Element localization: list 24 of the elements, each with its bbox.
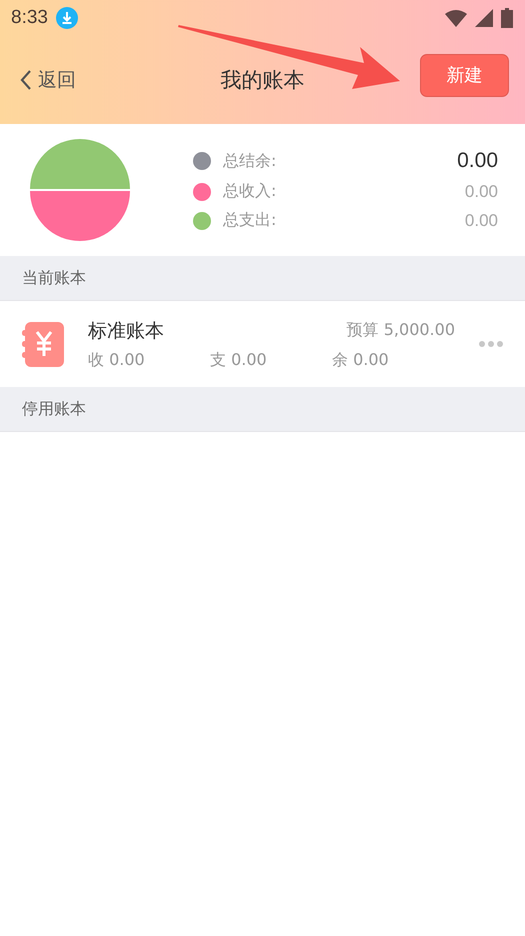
wifi-icon [445,10,467,26]
ledger-icon [22,322,64,366]
legend-value: 0.00 [464,210,498,230]
book-expense: 支 0.00 [210,350,268,370]
legend-label: 总结余: [223,150,276,172]
status-time: 8:33 [11,7,48,29]
legend-label: 总支出: [223,210,276,231]
battery-icon [501,8,513,28]
book-income: 收 0.00 [88,350,146,370]
back-button[interactable]: 返回 [20,67,76,93]
section-header: 停用账本 [0,387,525,432]
book-budget: 预算 5,000.00 [346,320,455,341]
legend-label: 总收入: [223,181,276,202]
legend-value: 0.00 [464,182,498,202]
chevron-left-icon [20,70,32,90]
signal-icon [475,9,493,27]
book-name: 标准账本 [88,318,164,344]
legend-value: 0.00 [457,149,498,173]
download-icon [56,7,78,29]
more-icon[interactable] [479,341,503,347]
section-header: 当前账本 [0,256,525,301]
page-title: 我的账本 [220,68,304,92]
new-button[interactable]: 新建 [420,54,509,96]
book-balance: 余 0.00 [332,350,390,370]
